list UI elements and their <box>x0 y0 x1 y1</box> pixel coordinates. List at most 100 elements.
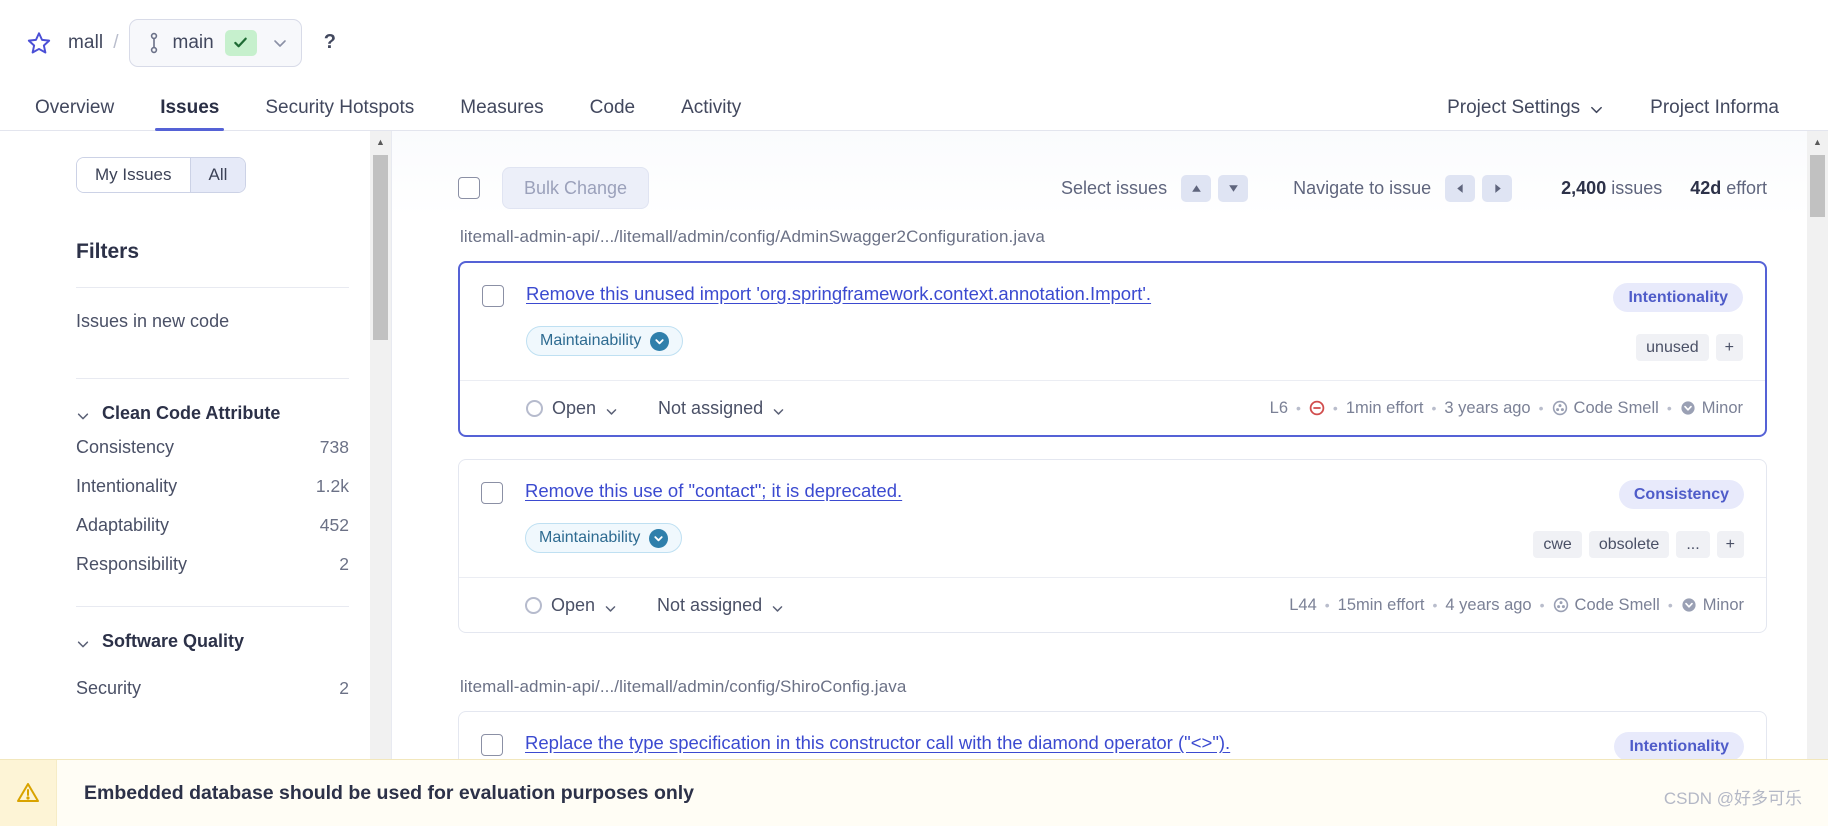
meta-separator: • <box>1538 400 1544 416</box>
issue-card[interactable]: Remove this use of "contact"; it is depr… <box>458 459 1767 633</box>
severity-icon <box>650 331 670 351</box>
issue-checkbox[interactable] <box>482 285 504 307</box>
issue-line: L44 <box>1289 595 1317 614</box>
issue-title-link[interactable]: Remove this use of "contact"; it is depr… <box>525 480 902 502</box>
status-circle-icon <box>525 596 542 614</box>
filter-count: 738 <box>319 437 349 457</box>
issue-severity-label: Minor <box>1702 595 1744 614</box>
chevron-down-icon[interactable] <box>272 35 288 51</box>
menu-project-settings[interactable]: Project Settings <box>1438 97 1627 119</box>
toggle-all-issues[interactable]: All <box>189 158 246 192</box>
issues-main-panel: Bulk Change Select issues Navigate to is… <box>392 131 1828 826</box>
filter-group-clean-code-attribute[interactable]: Clean Code Attribute <box>76 379 349 428</box>
sidebar-scroll-thumb[interactable] <box>373 155 388 340</box>
software-quality-badge[interactable]: Maintainability <box>525 523 683 553</box>
filter-intentionality[interactable]: Intentionality 1.2k <box>76 467 349 506</box>
filter-count: 2 <box>339 554 349 574</box>
clean-code-attribute-badge[interactable]: Consistency <box>1618 480 1744 509</box>
main-scrollbar[interactable]: ▲ <box>1807 131 1828 826</box>
menu-project-settings-label: Project Settings <box>1447 97 1581 118</box>
toggle-my-issues[interactable]: My Issues <box>77 158 190 192</box>
issue-card[interactable]: Remove this unused import 'org.springfra… <box>458 261 1767 437</box>
watermark: CSDN @好多可乐 <box>1663 789 1802 808</box>
issue-type-label: Code Smell <box>1573 398 1659 417</box>
issues-scroll-area: Bulk Change Select issues Navigate to is… <box>392 131 1807 826</box>
add-tag-button[interactable]: + <box>1715 334 1743 361</box>
issue-title-link[interactable]: Replace the type specification in this c… <box>525 732 1230 754</box>
issue-age: 3 years ago <box>1444 398 1531 417</box>
sidebar-scrollbar[interactable]: ▲ ▼ <box>370 131 391 826</box>
issue-assignee-label: Not assigned <box>657 594 763 615</box>
issue-tag[interactable]: unused <box>1636 334 1709 361</box>
tab-issues[interactable]: Issues <box>137 97 242 131</box>
issue-tag[interactable]: cwe <box>1533 531 1582 558</box>
help-icon[interactable]: ? <box>324 31 336 54</box>
navigate-prev-button[interactable] <box>1445 174 1476 202</box>
severity-minor-icon <box>1680 400 1696 416</box>
software-quality-label: Maintainability <box>539 529 641 546</box>
tab-activity[interactable]: Activity <box>658 97 764 130</box>
navigate-next-button[interactable] <box>1482 174 1513 202</box>
filter-adaptability[interactable]: Adaptability 452 <box>76 506 349 545</box>
branch-selector[interactable]: main <box>128 18 302 67</box>
select-issues-label: Select issues <box>1061 177 1168 198</box>
warning-banner: Embedded database should be used for eva… <box>0 759 1828 826</box>
issue-assignee-dropdown[interactable]: Not assigned <box>657 595 784 616</box>
select-prev-issue-button[interactable] <box>1181 174 1212 202</box>
meta-separator: • <box>1431 400 1437 416</box>
menu-project-information[interactable]: Project Informa <box>1627 97 1802 119</box>
clean-code-attribute-badge[interactable]: Intentionality <box>1613 283 1743 312</box>
issue-effort: 15min effort <box>1337 595 1425 614</box>
issue-checkbox[interactable] <box>481 734 503 756</box>
tab-code[interactable]: Code <box>567 97 658 130</box>
breadcrumb-project[interactable]: mall <box>68 32 103 54</box>
issue-status-dropdown[interactable]: Open <box>525 595 617 616</box>
filter-label: Security <box>76 678 142 698</box>
tab-measures[interactable]: Measures <box>437 97 566 130</box>
breadcrumb-separator: / <box>113 31 119 53</box>
filter-responsibility[interactable]: Responsibility 2 <box>76 545 349 584</box>
issue-tag-more[interactable]: ... <box>1676 531 1710 558</box>
bulk-change-button[interactable]: Bulk Change <box>502 167 650 209</box>
clean-code-attribute-badge[interactable]: Intentionality <box>1614 732 1744 761</box>
issue-tag[interactable]: obsolete <box>1588 531 1670 558</box>
filter-count: 1.2k <box>315 476 349 496</box>
issue-checkbox[interactable] <box>481 482 503 504</box>
select-next-issue-button[interactable] <box>1218 174 1249 202</box>
file-path-header[interactable]: litemall-admin-api/.../litemall/admin/co… <box>458 655 1767 711</box>
filter-group-software-quality[interactable]: Software Quality <box>76 607 349 656</box>
add-tag-button[interactable]: + <box>1716 531 1744 558</box>
sonarqube-issues-page: mall / main ? Overview Issues Security H… <box>0 0 1828 826</box>
issue-severity: Minor <box>1681 596 1744 615</box>
issue-effort: 1min effort <box>1345 398 1424 417</box>
issue-severity-label: Minor <box>1701 398 1743 417</box>
filter-count: 2 <box>339 678 349 698</box>
issue-title-link[interactable]: Remove this unused import 'org.springfra… <box>526 283 1151 305</box>
issue-assignee-dropdown[interactable]: Not assigned <box>658 398 785 419</box>
star-icon[interactable] <box>26 30 52 56</box>
meta-separator: • <box>1539 597 1545 613</box>
issue-type: Code Smell <box>1552 399 1659 418</box>
meta-separator: • <box>1666 400 1672 416</box>
file-path-header[interactable]: litemall-admin-api/.../litemall/admin/co… <box>458 217 1767 261</box>
issues-count-stat: 2,400 issues <box>1561 178 1662 199</box>
select-all-checkbox[interactable] <box>458 177 480 199</box>
chevron-down-icon <box>771 599 784 612</box>
tab-security-hotspots[interactable]: Security Hotspots <box>242 97 437 130</box>
software-quality-badge[interactable]: Maintainability <box>526 326 684 356</box>
scroll-up-arrow-icon[interactable]: ▲ <box>370 131 391 152</box>
filter-issues-in-new-code[interactable]: Issues in new code <box>76 288 349 355</box>
code-smell-icon <box>1552 400 1568 416</box>
filter-count: 452 <box>319 515 349 535</box>
nav-right-menus: Project Settings Project Informa <box>1438 97 1802 130</box>
filter-security[interactable]: Security 2 <box>76 656 349 708</box>
issue-status-label: Open <box>552 397 597 418</box>
filter-consistency[interactable]: Consistency 738 <box>76 428 349 467</box>
meta-separator: • <box>1296 400 1301 416</box>
main-scroll-thumb[interactable] <box>1810 155 1825 217</box>
issue-line: L6 <box>1269 398 1289 417</box>
issue-status-dropdown[interactable]: Open <box>526 398 618 419</box>
tab-overview[interactable]: Overview <box>26 97 137 130</box>
scroll-up-arrow-icon[interactable]: ▲ <box>1807 131 1828 152</box>
effort-word: effort <box>1726 177 1767 198</box>
